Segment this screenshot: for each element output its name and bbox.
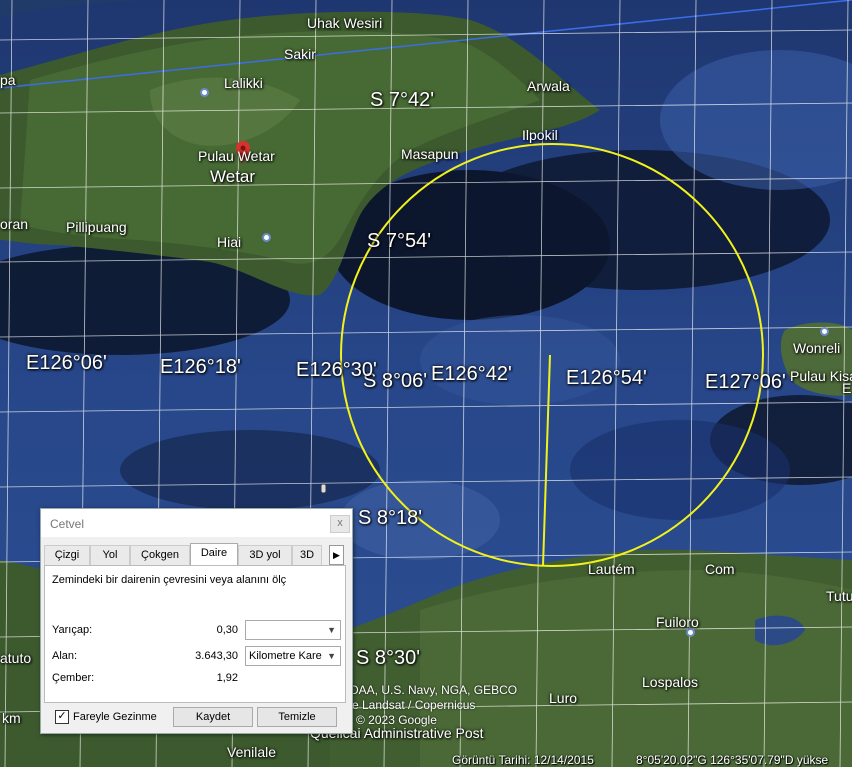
grid-label-lon-126-54: E126°54' <box>566 367 647 389</box>
cursor-coordinates: 8°05'20.02"G 126°35'07.79"D yükse <box>636 753 829 767</box>
hiai-dot[interactable] <box>262 233 271 242</box>
wonreli-dot[interactable] <box>820 327 829 336</box>
place-label-sakir[interactable]: Sakir <box>284 46 316 62</box>
place-label-uhak[interactable]: Uhak Wesiri <box>307 15 382 31</box>
circle-panel: Zemindeki bir dairenin çevresini veya al… <box>44 565 346 703</box>
place-label-e[interactable]: E <box>842 380 851 396</box>
grid-label-lat-7-42: S 7°42' <box>370 89 435 111</box>
attribution-line-3: © 2023 Google <box>356 713 437 727</box>
area-unit-value: Kilometre Kare <box>249 650 322 662</box>
tab-3d-polygon[interactable]: 3D <box>292 545 322 565</box>
place-label-com[interactable]: Com <box>705 561 735 577</box>
ruler-footer: ✓ Fareyle Gezinme Kaydet Temizle <box>41 707 352 731</box>
circle-description: Zemindeki bir dairenin çevresini veya al… <box>52 574 287 586</box>
place-label-pa[interactable]: pa <box>0 72 16 88</box>
save-button[interactable]: Kaydet <box>173 707 253 727</box>
place-label-atuto[interactable]: atuto <box>0 650 31 666</box>
grid-label-lat-8-30: S 8°30' <box>356 647 421 669</box>
close-button[interactable]: x <box>330 515 350 533</box>
place-label-lospalos[interactable]: Lospalos <box>642 674 698 690</box>
circumference-label: Çember: <box>52 672 95 684</box>
place-label-wetar[interactable]: Wetar <box>210 167 255 187</box>
place-label-km: km <box>2 710 21 726</box>
lalikki-dot[interactable] <box>200 88 209 97</box>
status-bar: Görüntü Tarihi: 12/14/2015 8°05'20.02"G … <box>0 752 852 767</box>
place-label-wonreli[interactable]: Wonreli <box>793 340 840 356</box>
place-label-tutu[interactable]: Tutu <box>826 588 852 604</box>
attribution-line-2: e Landsat / Copernicus <box>352 698 476 712</box>
boat-icon <box>320 483 327 494</box>
grid-label-lat-7-54: S 7°54' <box>367 230 432 252</box>
tab-path[interactable]: Yol <box>90 545 130 565</box>
radius-unit-select[interactable]: ▼ <box>245 620 341 640</box>
radius-label: Yarıçap: <box>52 624 93 636</box>
place-label-pulau-wetar[interactable]: Pulau Wetar <box>198 148 275 164</box>
chevron-down-icon: ▼ <box>327 651 336 661</box>
ruler-title: Cetvel <box>50 517 85 531</box>
place-label-arwala[interactable]: Arwala <box>527 78 570 94</box>
grid-label-lon-126-18: E126°18' <box>160 356 241 378</box>
place-label-oran[interactable]: oran <box>0 216 28 232</box>
place-label-pillipuang[interactable]: Pillipuang <box>66 219 127 235</box>
grid-label-lat-8-18: S 8°18' <box>358 507 423 529</box>
mouse-nav-checkbox[interactable]: ✓ <box>55 710 69 724</box>
area-label: Alan: <box>52 650 78 662</box>
place-label-fuiloro[interactable]: Fuiloro <box>656 614 699 630</box>
ruler-titlebar[interactable]: Cetvel x <box>41 509 352 537</box>
place-label-luro[interactable]: Luro <box>549 690 577 706</box>
ruler-tabs: Çizgi Yol Çokgen Daire 3D yol 3D ▶ <box>44 543 344 566</box>
grid-label-lon-126-30: E126°30' <box>296 359 377 381</box>
place-label-lalikki[interactable]: Lalikki <box>224 75 263 91</box>
tab-3d-path[interactable]: 3D yol <box>238 545 292 565</box>
mouse-nav-label[interactable]: Fareyle Gezinme <box>73 711 157 723</box>
clear-button[interactable]: Temizle <box>257 707 337 727</box>
area-value: 3.643,30 <box>195 650 238 662</box>
grid-label-lon-126-06: E126°06' <box>26 352 107 374</box>
place-label-ilpokil[interactable]: Ilpokil <box>522 127 558 143</box>
place-label-hiai[interactable]: Hiai <box>217 234 241 250</box>
imagery-date: Görüntü Tarihi: 12/14/2015 <box>452 753 594 767</box>
circumference-value: 1,92 <box>216 672 238 684</box>
chevron-down-icon: ▼ <box>327 625 336 635</box>
ruler-dialog[interactable]: Cetvel x Çizgi Yol Çokgen Daire 3D yol 3… <box>40 508 353 734</box>
place-label-masapun[interactable]: Masapun <box>401 146 459 162</box>
grid-label-lon-127-06: E127°06' <box>705 371 786 393</box>
place-label-lautem[interactable]: Lautém <box>588 561 635 577</box>
radius-value: 0,30 <box>216 624 238 636</box>
area-unit-select[interactable]: Kilometre Kare ▼ <box>245 646 341 666</box>
tab-scroll-right-icon[interactable]: ▶ <box>329 545 344 565</box>
tab-line[interactable]: Çizgi <box>44 545 90 565</box>
tab-polygon[interactable]: Çokgen <box>130 545 190 565</box>
grid-label-lon-126-42: E126°42' <box>431 363 512 385</box>
attribution-line-1: DAA, U.S. Navy, NGA, GEBCO <box>350 683 518 697</box>
tab-circle[interactable]: Daire <box>190 543 238 566</box>
